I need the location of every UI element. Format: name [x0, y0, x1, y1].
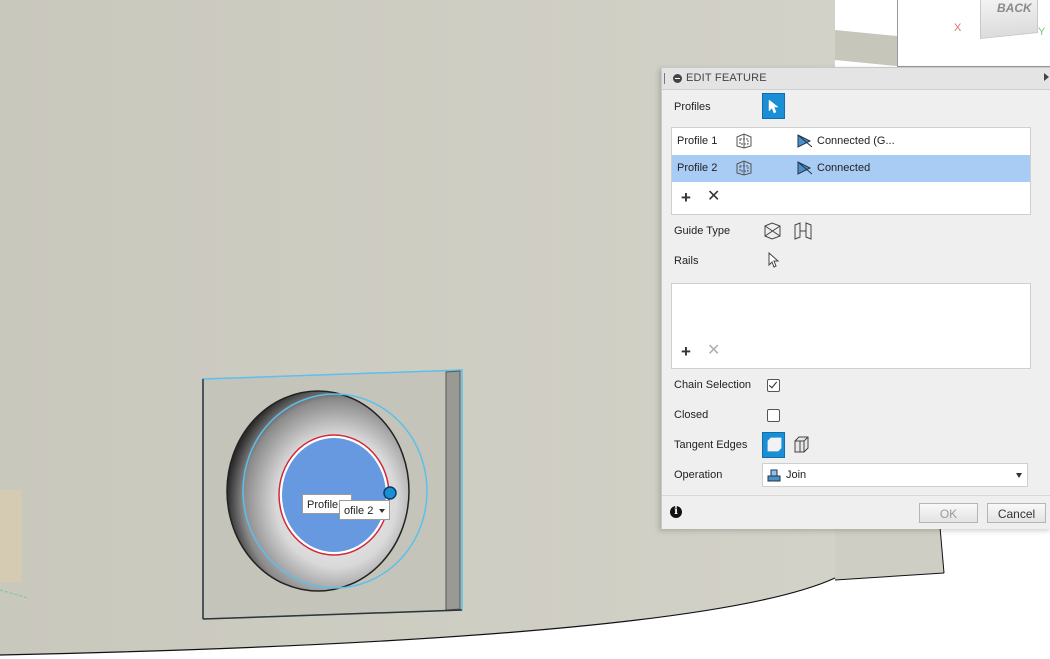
rails-label: Rails [674, 255, 699, 267]
tangent-merge-icon [767, 437, 782, 452]
profiles-list-actions: + ✕ [672, 184, 1030, 214]
chain-selection-checkbox[interactable] [767, 379, 780, 392]
profile-continuity[interactable]: Connected [817, 162, 870, 174]
expand-arrow-icon[interactable] [1044, 73, 1049, 81]
profiles-select-button[interactable] [762, 93, 785, 119]
profiles-label: Profiles [674, 101, 711, 113]
guide-type-label: Guide Type [674, 225, 731, 237]
closed-label: Closed [674, 409, 709, 421]
chevron-down-icon [1016, 473, 1022, 478]
profile-name: Profile 2 [677, 162, 718, 174]
tangent-keep-icon[interactable] [792, 435, 812, 455]
edit-feature-panel: EDIT FEATURE Profiles Profile 1 Connecte… [661, 67, 1050, 529]
panel-title: EDIT FEATURE [686, 72, 767, 84]
guide-type-rails-icon[interactable] [762, 220, 784, 242]
add-rail-button[interactable]: + [681, 343, 691, 361]
profile-plane-icon[interactable] [735, 133, 753, 149]
join-icon [767, 469, 781, 482]
tangent-edges-label: Tangent Edges [674, 439, 748, 451]
operation-label: Operation [674, 469, 723, 481]
profile2-tag[interactable]: ofile 2 [339, 500, 391, 520]
ok-button[interactable]: OK [919, 503, 978, 523]
info-icon[interactable]: i [670, 506, 682, 518]
chevron-down-icon[interactable] [379, 509, 386, 514]
remove-profile-button[interactable]: ✕ [707, 188, 720, 206]
profile-plane-icon[interactable] [735, 160, 753, 176]
profile-row-2[interactable]: Profile 2 Connected [672, 155, 1030, 182]
profiles-list: Profile 1 Connected (G... Profile 2 Conn… [671, 127, 1031, 215]
panel-header[interactable]: EDIT FEATURE [662, 68, 1050, 90]
profile-name: Profile 1 [677, 135, 718, 147]
drag-handle-icon[interactable] [664, 73, 667, 84]
rails-list: + ✕ [671, 283, 1031, 369]
cancel-button[interactable]: Cancel [987, 503, 1046, 523]
viewcube-axis-y: Y [1038, 26, 1046, 38]
chain-selection-label: Chain Selection [674, 379, 752, 391]
continuity-icon[interactable] [796, 133, 814, 149]
guide-type-centerline-icon[interactable] [792, 220, 814, 242]
panel-footer: i OK Cancel [662, 495, 1050, 529]
remove-rail-button[interactable]: ✕ [707, 342, 720, 360]
operation-select[interactable]: Join [762, 463, 1028, 487]
tangent-edges-merge-button[interactable] [762, 432, 785, 458]
continuity-icon[interactable] [796, 160, 814, 176]
closed-checkbox[interactable] [767, 409, 780, 422]
add-profile-button[interactable]: + [681, 189, 691, 207]
cursor-arrow-icon [768, 99, 779, 114]
profile-continuity[interactable]: Connected (G... [817, 135, 895, 147]
rails-select-cursor-icon[interactable] [768, 252, 782, 270]
viewcube-axis-x: X [954, 22, 962, 34]
viewcube-face-label[interactable]: BACK [997, 1, 1032, 15]
profile-row-1[interactable]: Profile 1 Connected (G... [672, 128, 1030, 155]
collapse-icon[interactable] [673, 74, 682, 83]
profile2-tag-label: ofile 2 [344, 505, 374, 517]
operation-value: Join [786, 469, 807, 481]
